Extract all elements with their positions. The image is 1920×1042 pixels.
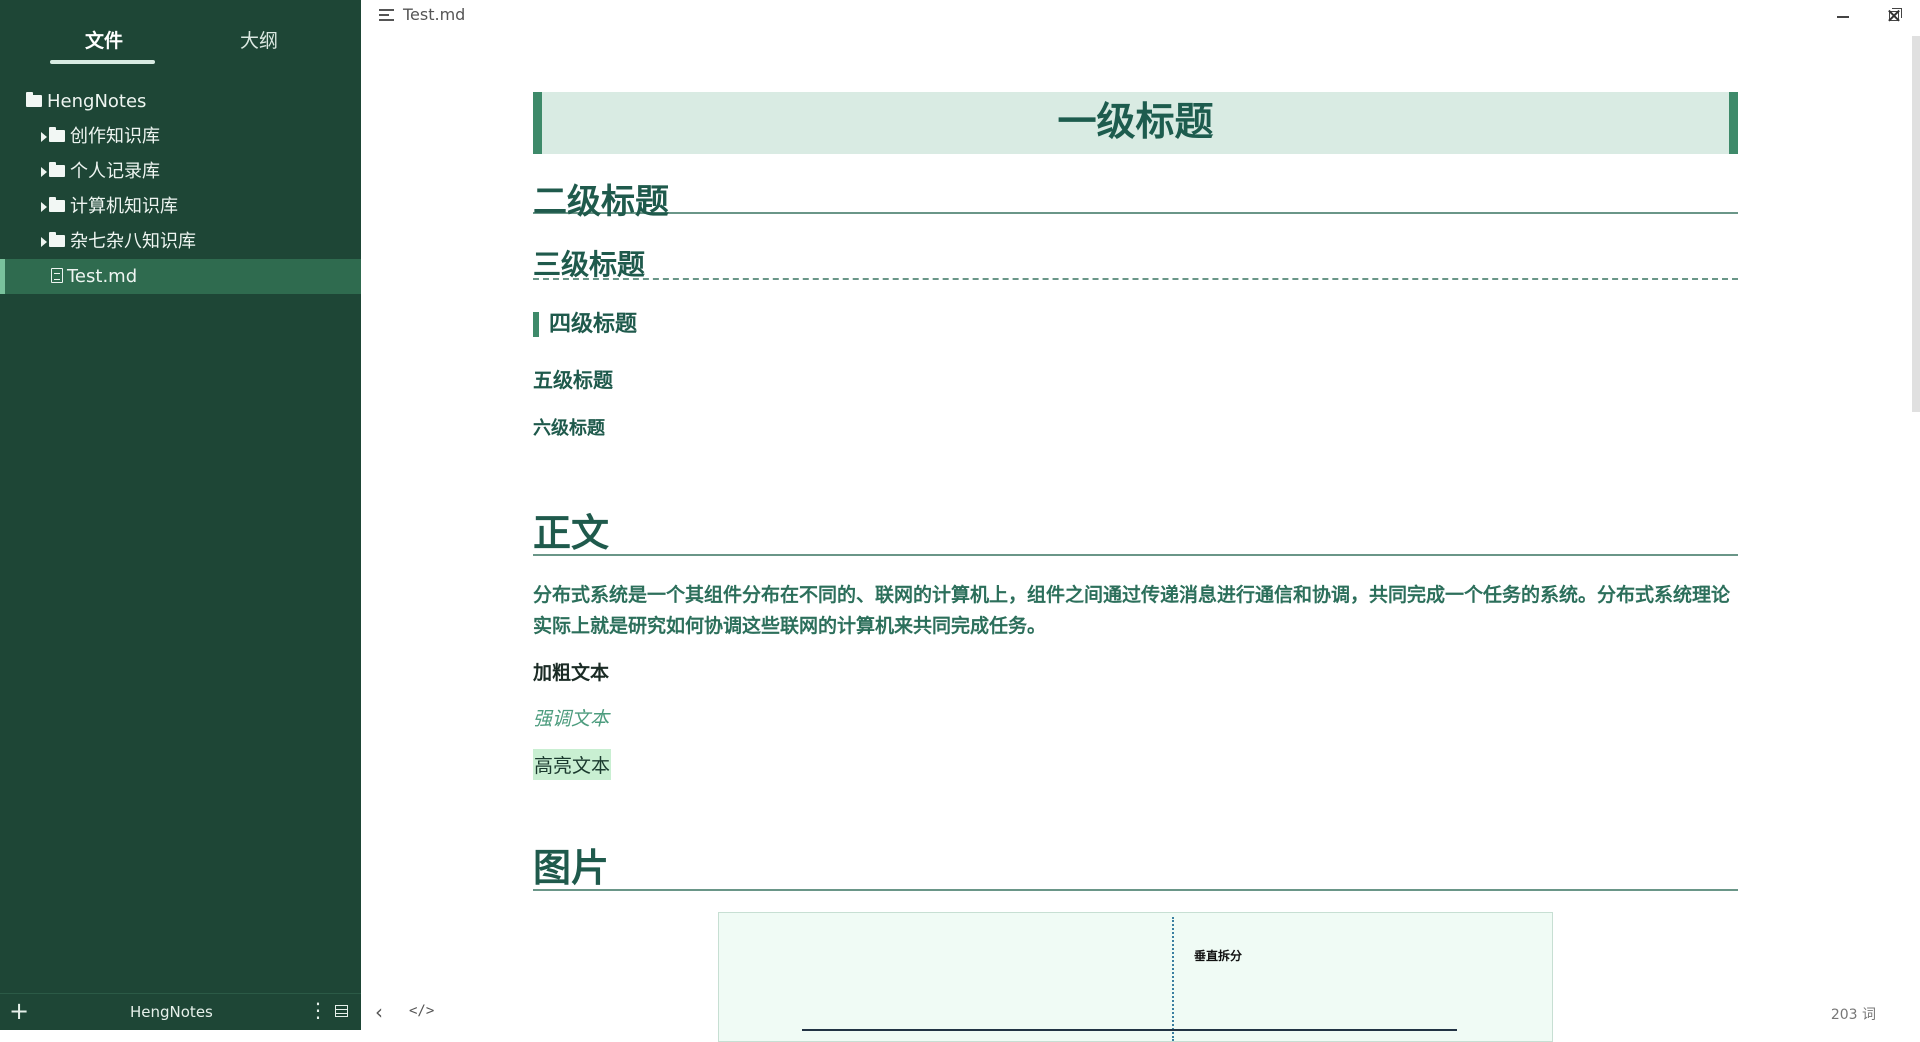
code-icon[interactable]: </>: [409, 1003, 434, 1019]
more-icon[interactable]: ⋮: [308, 1000, 328, 1020]
tab-files[interactable]: 文件: [85, 26, 123, 53]
chevron-right-icon[interactable]: [41, 132, 47, 142]
vault-name[interactable]: HengNotes: [130, 1003, 213, 1021]
tree-item-label: 杂七杂八知识库: [70, 231, 196, 252]
menu-icon[interactable]: [379, 9, 394, 21]
tree-item-computer[interactable]: 计算机知识库: [0, 189, 361, 224]
title-bar: Test.md ✕: [361, 0, 1920, 34]
heading-1: 一级标题: [533, 92, 1738, 154]
active-tab-indicator: [50, 60, 155, 64]
panel-icon[interactable]: [335, 1005, 348, 1017]
plus-icon[interactable]: +: [9, 998, 29, 1024]
status-bar: ‹ </> 203 词: [361, 994, 1920, 1030]
folder-icon: [49, 231, 65, 247]
tree-item-test-md[interactable]: Test.md: [0, 259, 361, 294]
folder-icon: [49, 126, 65, 142]
heading-5: 五级标题: [533, 368, 613, 392]
heading-3: 三级标题: [533, 243, 1738, 281]
document-title: Test.md: [403, 5, 466, 24]
tab-outline[interactable]: 大纲: [240, 26, 278, 53]
sidebar: 文件 大纲 HengNotes 创作知识库 个人记录库 计算机知识库 杂七杂八知…: [0, 0, 361, 1030]
folder-icon: [49, 161, 65, 177]
heading-2: 二级标题: [533, 174, 1738, 222]
back-icon[interactable]: ‹: [375, 1000, 383, 1024]
body-paragraph: 分布式系统是一个其组件分布在不同的、联网的计算机上，组件之间通过传递消息进行通信…: [533, 584, 1731, 637]
sidebar-footer: + HengNotes ⋮: [0, 993, 361, 1030]
file-icon: [51, 268, 63, 283]
chevron-right-icon[interactable]: [41, 167, 47, 177]
tree-item-label: HengNotes: [47, 91, 147, 112]
tree-item-personal[interactable]: 个人记录库: [0, 154, 361, 189]
figure-label: 垂直拆分: [1194, 949, 1243, 963]
tree-item-label: 个人记录库: [70, 161, 160, 182]
tree-item-misc[interactable]: 杂七杂八知识库: [0, 224, 361, 259]
chevron-right-icon[interactable]: [41, 237, 47, 247]
sidebar-tabs: 文件 大纲: [0, 0, 361, 70]
bold-text: 加粗文本: [533, 662, 610, 684]
heading-4: 四级标题: [533, 312, 637, 337]
close-icon[interactable]: ✕: [1868, 0, 1920, 34]
tree-item-hengnotes[interactable]: HengNotes: [0, 84, 361, 119]
highlight-text: 高亮文本: [533, 749, 612, 780]
emphasis-text: 强调文本: [533, 708, 610, 730]
tree-item-creative[interactable]: 创作知识库: [0, 119, 361, 154]
tree-item-label: 创作知识库: [70, 126, 160, 147]
folder-icon: [26, 91, 42, 107]
file-tree: HengNotes 创作知识库 个人记录库 计算机知识库 杂七杂八知识库 Tes…: [0, 84, 361, 294]
tree-item-label: Test.md: [67, 266, 138, 287]
folder-icon: [49, 196, 65, 212]
heading-6: 六级标题: [533, 418, 605, 439]
section-heading-image: 图片: [533, 847, 1738, 891]
section-heading-body: 正文: [533, 512, 1738, 556]
tree-item-label: 计算机知识库: [70, 196, 178, 217]
word-count: 203 词: [1830, 1007, 1876, 1023]
scrollbar[interactable]: [1912, 36, 1920, 412]
minimize-icon[interactable]: [1817, 0, 1869, 34]
chevron-right-icon[interactable]: [41, 202, 47, 212]
